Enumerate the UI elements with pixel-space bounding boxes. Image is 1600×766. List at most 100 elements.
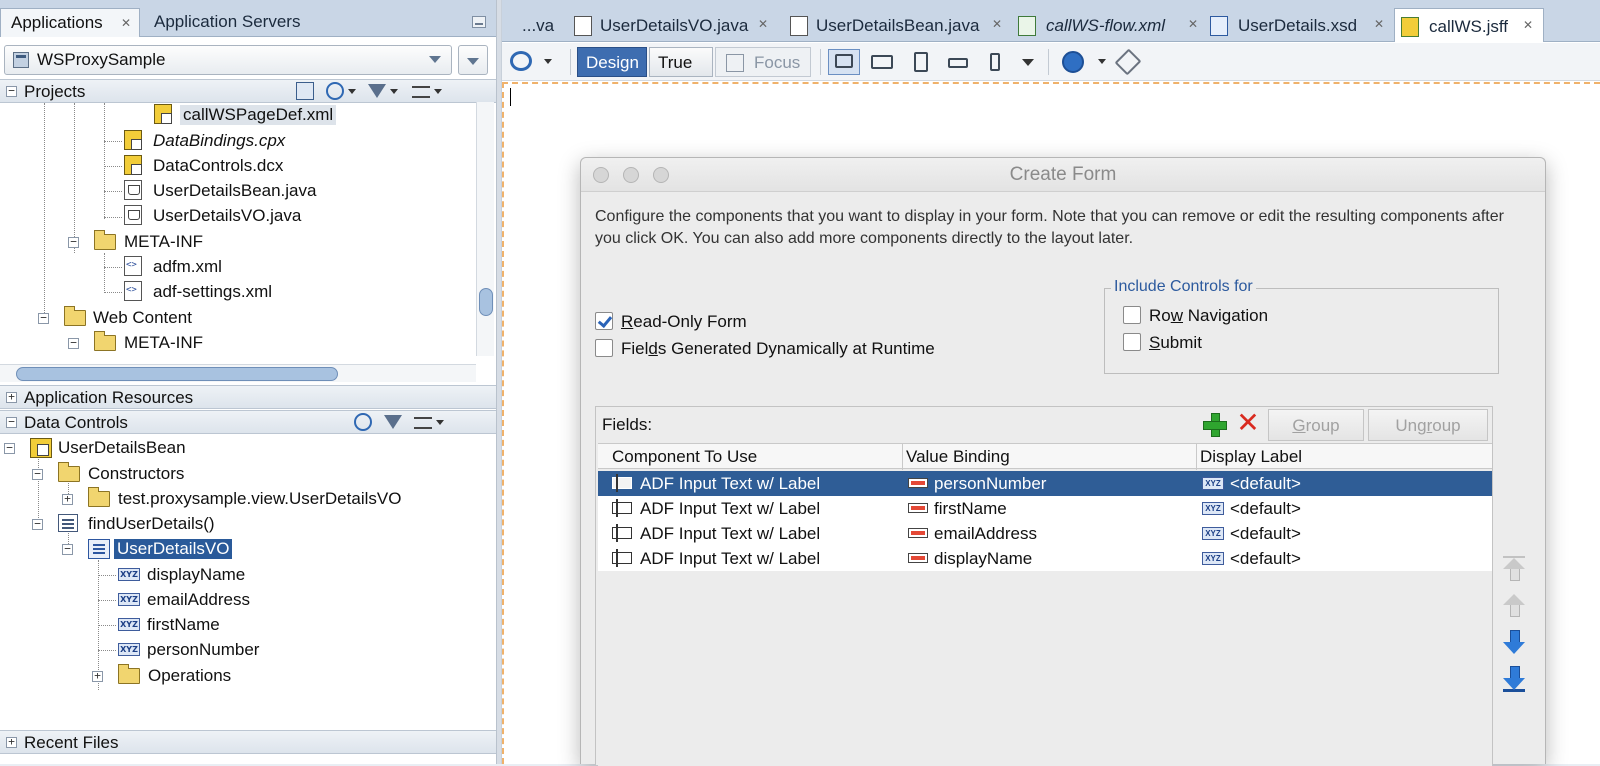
expand-icon[interactable]: +	[6, 391, 17, 403]
recent-files-label: Recent Files	[24, 733, 119, 752]
window-close-button[interactable]	[593, 167, 609, 183]
chevron-down-icon[interactable]	[434, 89, 442, 94]
checkbox-unchecked[interactable]	[1123, 333, 1141, 351]
search-icon[interactable]	[296, 82, 314, 100]
scrollbar-thumb[interactable]	[479, 288, 493, 316]
expand-icon[interactable]: +	[62, 493, 73, 505]
group-button[interactable]: Group	[1268, 409, 1364, 441]
refresh-icon[interactable]	[510, 51, 532, 71]
refresh-icon[interactable]	[354, 413, 372, 431]
close-icon[interactable]: ✕	[1188, 17, 1198, 31]
refresh-icon[interactable]	[326, 82, 344, 100]
projects-accordion-header[interactable]: − Projects	[0, 79, 496, 103]
move-to-top-icon[interactable]	[1503, 556, 1525, 582]
close-icon[interactable]: ✕	[1523, 18, 1533, 32]
editor-tab[interactable]: ...va	[508, 8, 564, 42]
method-icon	[58, 514, 78, 532]
sort-options-icon[interactable]	[412, 86, 430, 98]
chevron-down-icon[interactable]	[1098, 59, 1106, 64]
application-selector[interactable]: WSProxySample	[4, 45, 452, 75]
compass-icon[interactable]	[1062, 51, 1084, 73]
add-field-icon[interactable]	[1202, 412, 1227, 437]
checkbox-unchecked[interactable]	[595, 339, 613, 357]
column-header[interactable]: Value Binding	[906, 447, 1010, 467]
collapse-icon[interactable]: −	[38, 312, 49, 324]
expand-icon[interactable]: +	[6, 736, 17, 748]
collapse-icon[interactable]: −	[6, 416, 17, 428]
editor-tab[interactable]: UserDetailsBean.java ✕	[782, 8, 1010, 42]
checkbox-unchecked[interactable]	[1123, 306, 1141, 324]
chevron-down-icon[interactable]	[436, 420, 444, 425]
collapse-icon[interactable]: −	[4, 442, 15, 454]
move-to-bottom-icon[interactable]	[1503, 666, 1525, 692]
tab-application-servers-label: Application Servers	[154, 12, 301, 31]
close-icon[interactable]: ✕	[121, 16, 131, 30]
tab-application-servers[interactable]: Application Servers	[144, 8, 332, 37]
include-controls-title: Include Controls for	[1111, 278, 1256, 296]
create-form-dialog: Create Form Configure the components tha…	[580, 157, 1546, 766]
editor-tab[interactable]: UserDetails.xsd ✕	[1206, 8, 1392, 42]
application-resources-accordion-header[interactable]: + Application Resources	[0, 385, 496, 409]
application-menu-button[interactable]	[458, 45, 488, 75]
collapse-icon[interactable]: −	[32, 518, 43, 530]
tab-applications[interactable]: Applications ✕	[0, 8, 140, 37]
checkbox-checked[interactable]	[595, 312, 613, 330]
window-zoom-button[interactable]	[653, 167, 669, 183]
tablet-portrait-icon[interactable]	[904, 49, 936, 75]
dialog-title-bar[interactable]: Create Form	[581, 158, 1545, 192]
table-row[interactable]: ADF Input Text w/ Label emailAddress XYZ…	[598, 521, 1492, 546]
wrench-icon[interactable]	[1114, 48, 1142, 76]
window-minimize-button[interactable]	[623, 167, 639, 183]
dialog-description: Configure the components that you want t…	[595, 208, 1504, 247]
table-row[interactable]: ADF Input Text w/ Label personNumber XYZ…	[598, 471, 1492, 496]
collapse-icon[interactable]: −	[68, 337, 79, 349]
projects-vertical-scrollbar[interactable]	[476, 102, 494, 356]
remove-field-icon[interactable]: ✕	[1236, 409, 1260, 437]
collection-icon	[88, 539, 110, 559]
filter-icon[interactable]	[384, 415, 402, 429]
phone-portrait-icon[interactable]	[978, 49, 1010, 75]
tablet-landscape-icon[interactable]	[866, 49, 898, 75]
collapse-icon[interactable]: −	[32, 468, 43, 480]
collapse-icon[interactable]: −	[6, 85, 17, 97]
expand-icon[interactable]: +	[92, 670, 103, 682]
editor-tab[interactable]: UserDetailsVO.java ✕	[566, 8, 776, 42]
collapse-icon[interactable]: −	[68, 236, 79, 248]
sort-options-icon[interactable]	[414, 417, 432, 429]
chevron-down-icon[interactable]	[1022, 59, 1034, 66]
editor-tab-active[interactable]: callWS.jsff ✕	[1394, 8, 1544, 42]
close-icon[interactable]: ✕	[1374, 17, 1384, 31]
folder-icon	[118, 664, 140, 684]
input-text-icon	[612, 549, 632, 567]
true-mode-button[interactable]: True	[649, 47, 713, 77]
projects-horizontal-scrollbar[interactable]	[0, 364, 476, 382]
close-icon[interactable]: ✕	[992, 17, 1002, 31]
filter-icon[interactable]	[368, 84, 386, 98]
chevron-down-icon[interactable]	[544, 59, 552, 64]
move-down-icon[interactable]	[1503, 630, 1525, 656]
close-icon[interactable]: ✕	[758, 17, 768, 31]
table-row[interactable]: ADF Input Text w/ Label firstName XYZ <d…	[598, 496, 1492, 521]
editor-tab[interactable]: callWS-flow.xml ✕	[1014, 8, 1204, 42]
move-up-icon[interactable]	[1503, 594, 1525, 620]
desktop-preview-icon[interactable]	[828, 49, 860, 75]
chevron-down-icon[interactable]	[348, 89, 356, 94]
collapse-icon[interactable]: −	[62, 543, 73, 555]
xml-file-icon	[124, 281, 142, 301]
data-controls-tree: − UserDetailsBean − Constructors + test.…	[0, 436, 480, 714]
java-file-icon	[574, 16, 592, 36]
design-mode-button[interactable]: Design	[577, 47, 647, 77]
tab-applications-label: Applications	[11, 13, 103, 32]
minimize-icon[interactable]	[472, 16, 486, 28]
chevron-down-icon[interactable]	[390, 89, 398, 94]
ungroup-button[interactable]: Ungroup	[1368, 409, 1488, 441]
focus-button[interactable]: Focus	[715, 47, 811, 77]
label-icon: XYZ	[1202, 477, 1224, 490]
table-row[interactable]: ADF Input Text w/ Label displayName XYZ …	[598, 546, 1492, 571]
recent-files-accordion-header[interactable]: + Recent Files	[0, 730, 496, 754]
phone-landscape-icon[interactable]	[942, 49, 974, 75]
scrollbar-thumb[interactable]	[16, 367, 338, 381]
column-header[interactable]: Component To Use	[612, 447, 757, 467]
column-header[interactable]: Display Label	[1200, 447, 1302, 467]
data-controls-accordion-header[interactable]: − Data Controls	[0, 410, 496, 434]
